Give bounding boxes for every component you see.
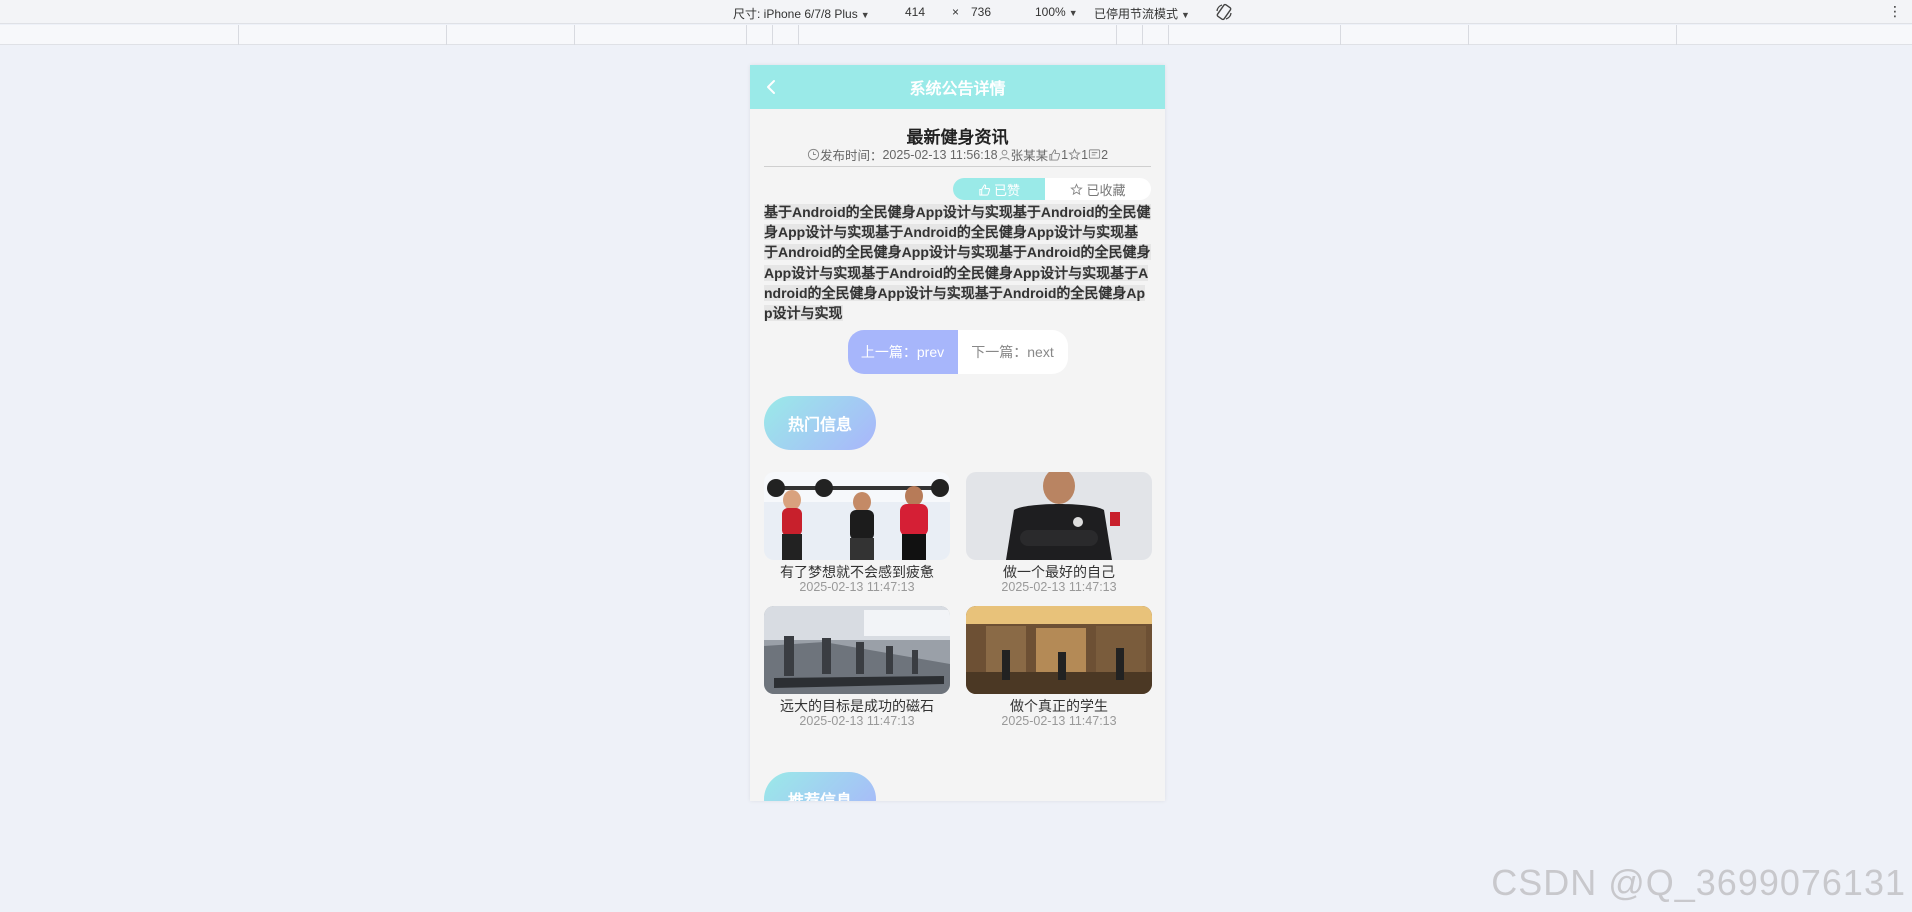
hot-item-name: 有了梦想就不会感到疲惫 — [780, 564, 934, 581]
phone-viewport: 系统公告详情 最新健身资讯 发布时间： 2025-02-13 11:56:18 … — [750, 65, 1165, 801]
favorite-count: 1 — [1081, 147, 1089, 162]
star-icon — [1068, 148, 1081, 161]
hot-section-title: 热门信息 — [764, 396, 876, 451]
media-query-ruler — [0, 25, 1912, 45]
hot-item-name: 做一个最好的自己 — [1003, 564, 1115, 581]
more-options-icon[interactable]: ⋮ — [1888, 2, 1902, 20]
hot-item[interactable]: 有了梦想就不会感到疲惫 2025-02-13 11:47:13 — [764, 472, 950, 596]
like-count: 1 — [1061, 147, 1069, 162]
hot-item-time: 2025-02-13 11:47:13 — [1001, 580, 1117, 595]
article-title: 最新健身资讯 — [906, 128, 1009, 147]
throttle-select[interactable]: 已停用节流模式 ▼ — [1094, 5, 1190, 22]
user-icon — [999, 149, 1010, 161]
zoom-select[interactable]: 100% ▼ — [1035, 5, 1078, 19]
publish-time: 2025-02-13 11:56:18 — [882, 147, 998, 162]
article-pager: 上一篇：prev 下一篇：next — [764, 330, 1151, 375]
treadmill-row-photo — [764, 606, 950, 695]
article-content-text: 基于Android的全民健身App设计与实现基于Android的全民健身App设… — [764, 204, 1151, 322]
article-detail: 最新健身资讯 发布时间： 2025-02-13 11:56:18 张某某 1 1… — [750, 109, 1165, 801]
thumbs-up-icon — [1049, 149, 1061, 161]
rotate-icon[interactable] — [1214, 2, 1234, 22]
trainer-portrait-photo — [966, 472, 1152, 561]
prev-article-button[interactable]: 上一篇：prev — [847, 330, 958, 375]
watermark: CSDN @Q_3699076131 — [1491, 862, 1906, 903]
caret-down-icon: ▼ — [1181, 10, 1190, 20]
navbar-title: 系统公告详情 — [909, 81, 1006, 98]
width-field[interactable]: 414 — [905, 5, 925, 19]
like-button-label: 已赞 — [993, 182, 1020, 198]
caret-down-icon: ▼ — [1068, 8, 1078, 18]
caret-down-icon: ▼ — [860, 10, 870, 20]
hot-item-time: 2025-02-13 11:47:13 — [1001, 714, 1117, 729]
article-meta: 发布时间： 2025-02-13 11:56:18 张某某 1 1 2 — [764, 147, 1151, 167]
zoom-label: 100% — [1035, 5, 1066, 19]
device-label: 尺寸: iPhone 6/7/8 Plus — [733, 7, 858, 21]
height-field[interactable]: 736 — [971, 5, 991, 19]
publish-label: 发布时间： — [819, 149, 883, 163]
navbar: 系统公告详情 — [750, 65, 1165, 109]
device-select[interactable]: 尺寸: iPhone 6/7/8 Plus ▼ — [733, 5, 870, 22]
recommend-section-title: 推荐信息 — [764, 772, 876, 801]
favorite-button-label: 已收藏 — [1086, 182, 1126, 198]
gym-interior-photo — [966, 606, 1152, 695]
favorite-button[interactable]: 已收藏 — [1045, 178, 1151, 200]
hot-item[interactable]: 做个真正的学生 2025-02-13 11:47:13 — [966, 606, 1152, 730]
star-icon — [1070, 182, 1084, 195]
hot-item-time: 2025-02-13 11:47:13 — [799, 580, 915, 595]
hot-item[interactable]: 远大的目标是成功的磁石 2025-02-13 11:47:13 — [764, 606, 950, 730]
hot-list: 有了梦想就不会感到疲惫 2025-02-13 11:47:13 做一个最好的自己 — [764, 472, 1152, 730]
dimension-separator: × — [952, 5, 960, 19]
next-article-button[interactable]: 下一篇：next — [957, 330, 1068, 375]
article-content: 基于Android的全民健身App设计与实现基于Android的全民健身App设… — [764, 202, 1151, 323]
hot-item-time: 2025-02-13 11:47:13 — [799, 714, 915, 729]
hot-item[interactable]: 做一个最好的自己 2025-02-13 11:47:13 — [966, 472, 1152, 596]
thumbs-up-icon — [979, 183, 991, 196]
clock-icon — [807, 148, 820, 161]
comment-count: 2 — [1101, 147, 1109, 162]
gym-training-photo — [764, 472, 950, 561]
throttle-label: 已停用节流模式 — [1094, 7, 1179, 21]
author-name: 张某某 — [1010, 149, 1049, 163]
like-button[interactable]: 已赞 — [953, 178, 1045, 200]
hot-item-name: 做个真正的学生 — [1010, 698, 1108, 715]
article-actions: 已赞 已收藏 — [764, 178, 1151, 200]
comment-icon — [1088, 149, 1101, 159]
devtools-toolbar: 尺寸: iPhone 6/7/8 Plus ▼ 414 × 736 100% ▼ 已… — [0, 0, 1912, 24]
hot-item-name: 远大的目标是成功的磁石 — [780, 698, 934, 715]
back-arrow-icon[interactable] — [762, 76, 782, 98]
